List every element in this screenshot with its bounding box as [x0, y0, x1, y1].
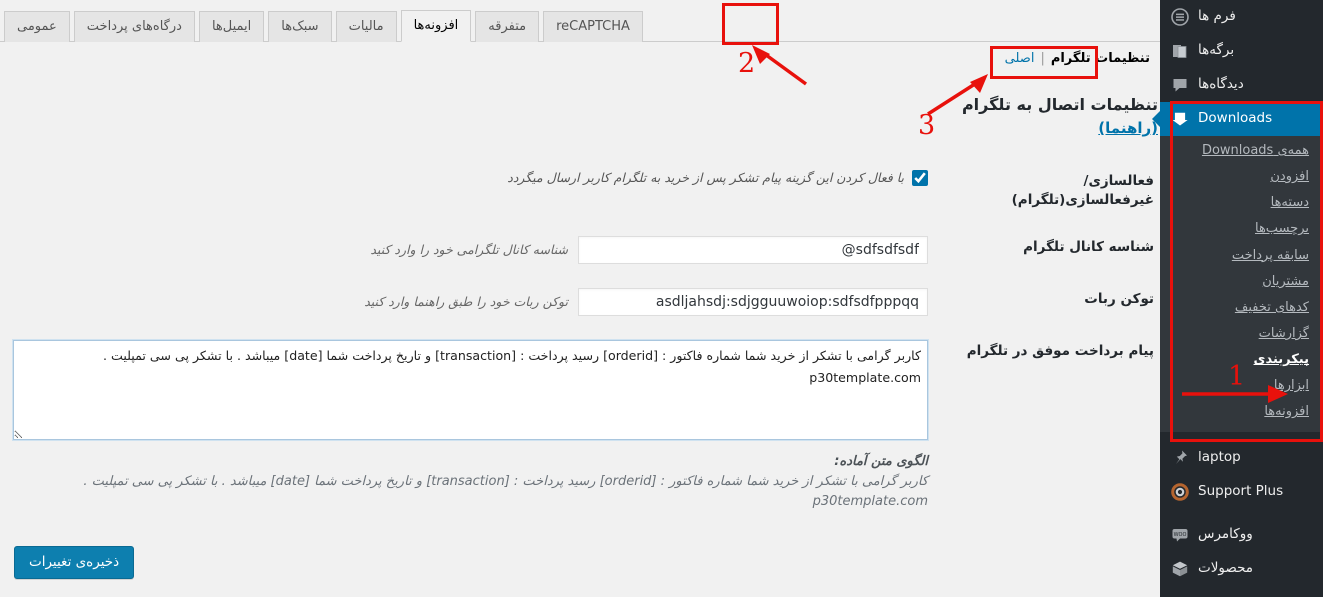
label-success-message: پیام برداخت موفق در تلگرام	[966, 342, 1154, 359]
tab-styles[interactable]: سبک‌ها	[268, 11, 332, 42]
enable-telegram-description: با فعال کردن این گزینه پیام تشکر پس از خ…	[507, 170, 904, 186]
sidebar-separator	[1160, 432, 1323, 441]
woo-icon: WOO	[1170, 525, 1190, 545]
sidebar-item-products[interactable]: محصولات	[1160, 552, 1323, 586]
lifebuoy-icon	[1170, 482, 1190, 502]
subnav-separator: |	[1040, 51, 1045, 66]
tab-misc[interactable]: متفرقه	[475, 11, 540, 42]
sidebar-item-pages-label: برگه‌ها	[1198, 42, 1235, 59]
tab-recaptcha[interactable]: reCAPTCHA	[543, 11, 643, 42]
pin-icon	[1170, 448, 1190, 468]
forms-icon	[1170, 7, 1190, 27]
sidebar-subitem-add-new[interactable]: افزودن	[1160, 164, 1323, 190]
sidebar-item-woocommerce-label: ووکامرس	[1198, 525, 1253, 542]
subnav-telegram-settings[interactable]: تنظیمات تلگرام	[1047, 50, 1154, 67]
sidebar-item-downloads-label: Downloads	[1198, 110, 1273, 127]
channel-id-input[interactable]	[578, 235, 928, 264]
channel-id-hint: شناسه کانال تلگرامی خود را وارد کنید	[370, 242, 568, 258]
sidebar-separator-2	[1160, 509, 1323, 518]
tab-payment-gateways[interactable]: درگاه‌های پرداخت	[73, 11, 195, 42]
bot-token-hint: توکن ربات خود را طبق راهنما وارد کنید	[364, 294, 568, 310]
pages-icon	[1170, 41, 1190, 61]
sidebar-item-forms[interactable]: فرم ها	[1160, 0, 1323, 34]
sidebar-item-forms-label: فرم ها	[1198, 8, 1236, 25]
sidebar-item-pages[interactable]: برگه‌ها	[1160, 34, 1323, 68]
sidebar-subitem-reports[interactable]: گزارشات	[1160, 321, 1323, 347]
template-help: الگوی متن آماده: کاربر گرامی با تشکر از …	[23, 452, 928, 512]
settings-subnav: تنظیمات تلگرام|اصلی	[0, 51, 1160, 73]
comments-icon	[1170, 75, 1190, 95]
form-row-bot-token: توکن ربات توکن ربات خود را طبق راهنما وا…	[13, 276, 1160, 328]
annotation-number-3: 3	[918, 110, 936, 141]
sidebar-item-laptop-label: laptop	[1198, 448, 1241, 465]
sidebar-item-support-plus-label: Support Plus	[1198, 482, 1284, 499]
sidebar-subitem-tags[interactable]: برچسب‌ها	[1160, 216, 1323, 242]
sidebar-subitem-extensions[interactable]: افزونه‌ها	[1160, 399, 1323, 425]
enable-telegram-checkbox[interactable]	[912, 169, 928, 186]
settings-form-table: فعالسازی/ غیرفعالسازی(تلگرام) با فعال کر…	[12, 158, 1160, 524]
sidebar-item-comments-label: دیدگاه‌ها	[1198, 76, 1244, 93]
sidebar-item-downloads[interactable]: Downloads	[1160, 102, 1323, 136]
sidebar-item-laptop[interactable]: laptop	[1160, 441, 1323, 475]
sidebar-top-group: فرم ها برگه‌ها دیدگاه‌ها	[1160, 0, 1323, 102]
subnav-main[interactable]: اصلی	[1001, 50, 1039, 67]
form-row-enable-telegram: فعالسازی/ غیرفعالسازی(تلگرام) با فعال کر…	[13, 158, 1160, 224]
tab-emails[interactable]: ایمیل‌ها	[198, 11, 265, 42]
download-icon	[1170, 109, 1190, 129]
sidebar-item-products-label: محصولات	[1198, 559, 1254, 576]
main-content: reCAPTCHA متفرقه افزونه‌ها مالیات سبک‌ها…	[0, 0, 1160, 597]
sidebar-subitem-categories[interactable]: دسته‌ها	[1160, 190, 1323, 216]
field-enable-telegram: با فعال کردن این گزینه پیام تشکر پس از خ…	[13, 158, 938, 224]
page-title: تنظیمات اتصال به تلگرام (راهنما)	[0, 93, 1160, 140]
label-channel-id: شناسه کانال تلگرام	[1023, 238, 1154, 255]
svg-text:WOO: WOO	[1174, 532, 1187, 538]
sidebar-subitem-discount-codes[interactable]: کدهای تخفیف	[1160, 295, 1323, 321]
save-changes-button[interactable]: ذخیره‌ی تغییرات	[14, 546, 135, 580]
sidebar-subitem-customers[interactable]: مشتریان	[1160, 269, 1323, 295]
guide-link[interactable]: (راهنما)	[1098, 119, 1158, 137]
field-success-message: کاربر گرامی با تشکر از خرید شما شماره فا…	[12, 328, 938, 524]
annotation-number-1: 1	[1228, 361, 1246, 392]
form-row-success-message: پیام برداخت موفق در تلگرام کاربر گرامی ب…	[12, 328, 1160, 524]
app-root: reCAPTCHA متفرقه افزونه‌ها مالیات سبک‌ها…	[0, 0, 1323, 597]
sidebar-item-woocommerce[interactable]: ووکامرس WOO	[1160, 518, 1323, 552]
sidebar-item-comments[interactable]: دیدگاه‌ها	[1160, 68, 1323, 102]
sidebar-subitem-payment-history[interactable]: سابقه پرداخت	[1160, 243, 1323, 269]
template-help-domain: p30template.com	[812, 494, 928, 509]
product-box-icon	[1170, 559, 1190, 579]
form-row-channel-id: شناسه کانال تلگرام شناسه کانال تلگرامی خ…	[13, 224, 1160, 276]
tab-extensions[interactable]: افزونه‌ها	[400, 10, 472, 42]
page-title-text: تنظیمات اتصال به تلگرام	[961, 95, 1158, 114]
tab-taxes[interactable]: مالیات	[335, 11, 397, 42]
template-help-title: الگوی متن آماده:	[834, 453, 928, 469]
field-channel-id: شناسه کانال تلگرامی خود را وارد کنید	[13, 224, 938, 276]
settings-tab-bar: reCAPTCHA متفرقه افزونه‌ها مالیات سبک‌ها…	[0, 6, 1160, 42]
sidebar-item-support-plus[interactable]: Support Plus	[1160, 475, 1323, 509]
field-bot-token: توکن ربات خود را طبق راهنما وارد کنید	[13, 276, 938, 328]
success-message-textarea[interactable]: کاربر گرامی با تشکر از خرید شما شماره فا…	[12, 338, 929, 441]
submit-area: ذخیره‌ی تغییرات	[0, 546, 1160, 580]
template-help-body: کاربر گرامی با تشکر از خرید شما شماره فا…	[83, 473, 928, 489]
admin-sidebar: فرم ها برگه‌ها دیدگاه‌ها D	[1160, 0, 1323, 597]
label-bot-token: توکن ربات	[1084, 290, 1154, 307]
label-enable-telegram: فعالسازی/ غیرفعالسازی(تلگرام)	[1011, 172, 1154, 208]
annotation-number-2: 2	[738, 48, 756, 79]
tab-general[interactable]: عمومی	[4, 11, 70, 42]
bot-token-input[interactable]	[578, 287, 928, 316]
sidebar-subitem-all-downloads[interactable]: همه‌ی Downloads	[1160, 138, 1323, 164]
